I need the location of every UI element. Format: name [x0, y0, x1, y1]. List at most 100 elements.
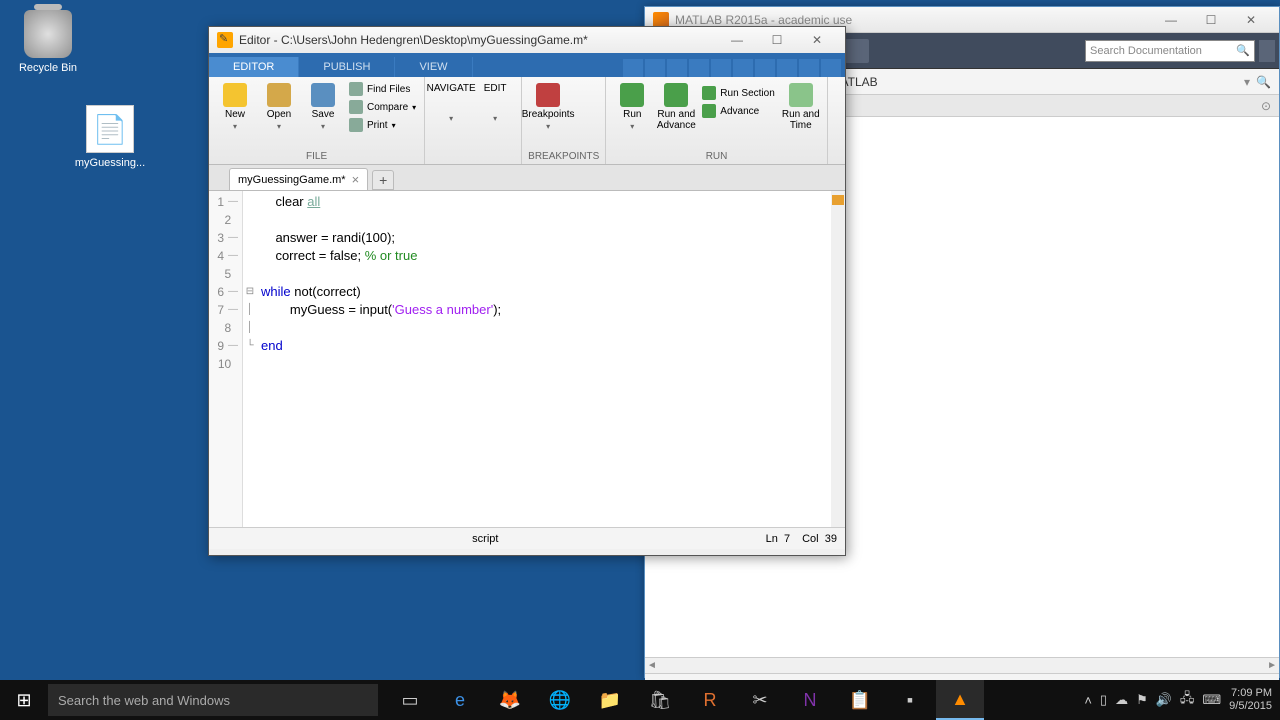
- desktop-icon-recycle-bin[interactable]: Recycle Bin: [8, 10, 88, 74]
- find-files-button[interactable]: Find Files: [347, 81, 418, 97]
- status-line: 7: [784, 533, 790, 545]
- taskbar-app-snip[interactable]: ✂: [736, 680, 784, 720]
- taskbar-app-cmd[interactable]: ▪: [886, 680, 934, 720]
- tab-view[interactable]: VIEW: [395, 57, 472, 77]
- maximize-button[interactable]: ☐: [1191, 9, 1231, 31]
- tray-icon[interactable]: ▯: [1100, 692, 1107, 708]
- run-advance-button[interactable]: Run and Advance: [656, 81, 696, 133]
- taskbar-app-matlab[interactable]: ▲: [936, 680, 984, 720]
- navigate-button[interactable]: NAVIGATE▾: [431, 81, 471, 125]
- advance-button[interactable]: Advance: [700, 103, 776, 119]
- recycle-bin-label: Recycle Bin: [8, 62, 88, 74]
- run-button[interactable]: Run▾: [612, 81, 652, 133]
- system-tray: ˄ ▯ ☁ ⚑ 🔊 🖧 ⌨ 7:09 PM 9/5/2015: [1084, 687, 1280, 713]
- tab-editor[interactable]: EDITOR: [209, 57, 299, 77]
- tray-icon[interactable]: ⚑: [1136, 692, 1148, 708]
- taskbar-search-input[interactable]: Search the web and Windows: [48, 684, 378, 716]
- task-view-button[interactable]: ▭: [386, 680, 434, 720]
- breakpoints-button[interactable]: Breakpoints▾: [528, 81, 568, 133]
- minimize-button[interactable]: —: [1151, 9, 1191, 31]
- taskbar-app[interactable]: R: [686, 680, 734, 720]
- ribbon-tabs: EDITOR PUBLISH VIEW: [209, 53, 845, 77]
- ribbon-group-run: RUN: [612, 149, 820, 164]
- code-overview-ruler[interactable]: [831, 191, 845, 527]
- close-tab-icon[interactable]: ×: [352, 172, 360, 187]
- path-dropdown[interactable]: ▾: [1244, 75, 1250, 89]
- redo-icon[interactable]: [755, 59, 775, 77]
- run-section-button[interactable]: Run Section: [700, 85, 776, 101]
- minimize-button[interactable]: —: [717, 29, 757, 51]
- taskbar-app-chrome[interactable]: 🌐: [536, 680, 584, 720]
- code-content[interactable]: clear all answer = randi(100); correct =…: [257, 191, 845, 527]
- close-button[interactable]: ✕: [797, 29, 837, 51]
- ribbon-collapse-icon[interactable]: [821, 59, 841, 77]
- code-editor[interactable]: 1— 2 3— 4— 5 6— 7— 8 9— 10 ⊟││└ clear al…: [209, 191, 845, 527]
- taskbar-search-placeholder: Search the web and Windows: [58, 693, 230, 708]
- taskbar-app-explorer[interactable]: 📁: [586, 680, 634, 720]
- scroll-left-icon[interactable]: ◄: [647, 660, 657, 671]
- print-button[interactable]: Print ▾: [347, 117, 418, 133]
- close-button[interactable]: ✕: [1231, 9, 1271, 31]
- tray-chevron-up-icon[interactable]: ˄: [1084, 693, 1092, 708]
- scroll-right-icon[interactable]: ►: [1267, 660, 1277, 671]
- editor-file-tabs: myGuessingGame.m* × +: [209, 165, 845, 191]
- ribbon-toolbar: New▾ Open▾ Save▾ Find Files Compare ▾ Pr…: [209, 77, 845, 165]
- taskbar-app[interactable]: 📋: [836, 680, 884, 720]
- search-documentation-input[interactable]: Search Documentation 🔍: [1085, 40, 1255, 62]
- tray-volume-icon[interactable]: 🔊: [1156, 692, 1172, 708]
- clock-date: 9/5/2015: [1229, 700, 1272, 713]
- save-button[interactable]: Save▾: [303, 81, 343, 133]
- editor-titlebar[interactable]: Editor - C:\Users\John Hedengren\Desktop…: [209, 27, 845, 53]
- search-icon[interactable]: 🔍: [1256, 75, 1271, 89]
- tab-publish[interactable]: PUBLISH: [299, 57, 395, 77]
- taskbar-app-store[interactable]: 🛍: [636, 680, 684, 720]
- open-button[interactable]: Open▾: [259, 81, 299, 133]
- status-file-type: script: [217, 533, 754, 545]
- file-tab[interactable]: myGuessingGame.m* ×: [229, 168, 368, 190]
- help-icon[interactable]: [777, 59, 797, 77]
- quick-access-icon[interactable]: [667, 59, 687, 77]
- undo-icon[interactable]: [733, 59, 753, 77]
- quick-access-icon[interactable]: [623, 59, 643, 77]
- help-icon[interactable]: [799, 59, 819, 77]
- tray-onedrive-icon[interactable]: ☁: [1115, 692, 1128, 708]
- run-time-button[interactable]: Run and Time: [781, 81, 821, 133]
- panel-menu-icon[interactable]: ⊙: [1261, 99, 1271, 113]
- recycle-bin-icon: [24, 10, 72, 58]
- matlab-title: MATLAB R2015a - academic use: [675, 13, 1151, 27]
- new-button[interactable]: New▾: [215, 81, 255, 133]
- horizontal-scrollbar[interactable]: ◄ ►: [645, 657, 1279, 673]
- tray-network-icon[interactable]: 🖧: [1180, 689, 1195, 711]
- taskbar: ⊞ Search the web and Windows ▭ e 🦊 🌐 📁 🛍…: [0, 680, 1280, 720]
- file-tab-label: myGuessingGame.m*: [238, 174, 346, 186]
- quick-access-icon[interactable]: [711, 59, 731, 77]
- line-number-gutter: 1— 2 3— 4— 5 6— 7— 8 9— 10: [209, 191, 243, 527]
- quick-access-icon[interactable]: [689, 59, 709, 77]
- new-tab-button[interactable]: +: [372, 170, 394, 190]
- file-icon: [86, 105, 134, 153]
- file-label: myGuessing...: [70, 157, 150, 169]
- compare-button[interactable]: Compare ▾: [347, 99, 418, 115]
- search-icon: 🔍: [1236, 44, 1250, 57]
- maximize-button[interactable]: ☐: [757, 29, 797, 51]
- tray-keyboard-icon[interactable]: ⌨: [1202, 692, 1221, 708]
- status-col: 39: [825, 533, 837, 545]
- fold-gutter[interactable]: ⊟││└: [243, 191, 257, 527]
- toolstrip-toggle[interactable]: [1259, 40, 1275, 62]
- edit-button[interactable]: EDIT▾: [475, 81, 515, 125]
- ribbon-group-breakpoints: BREAKPOINTS: [528, 149, 599, 164]
- taskbar-app-firefox[interactable]: 🦊: [486, 680, 534, 720]
- toolstrip-icon[interactable]: [845, 39, 869, 63]
- editor-app-icon: [217, 32, 233, 48]
- editor-statusbar: script Ln 7 Col 39: [209, 527, 845, 549]
- taskbar-clock[interactable]: 7:09 PM 9/5/2015: [1229, 687, 1272, 713]
- taskbar-app-onenote[interactable]: N: [786, 680, 834, 720]
- quick-access-icon[interactable]: [645, 59, 665, 77]
- clock-time: 7:09 PM: [1229, 687, 1272, 700]
- start-button[interactable]: ⊞: [0, 680, 48, 720]
- desktop-icon-file[interactable]: myGuessing...: [70, 105, 150, 169]
- taskbar-app-edge[interactable]: e: [436, 680, 484, 720]
- editor-window: Editor - C:\Users\John Hedengren\Desktop…: [208, 26, 846, 556]
- search-placeholder: Search Documentation: [1090, 45, 1202, 57]
- warning-marker[interactable]: [832, 195, 844, 205]
